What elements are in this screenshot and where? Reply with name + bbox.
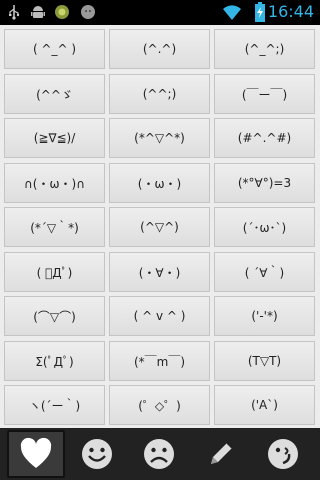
smiley-icon — [82, 439, 112, 469]
emoticon-cell[interactable]: (*´▽｀*) — [4, 207, 105, 247]
pencil-icon — [211, 442, 233, 464]
tab-edit[interactable] — [192, 430, 250, 478]
emoticon-cell[interactable]: (*￣m￣) — [109, 341, 210, 381]
status-time: 16:44 — [267, 2, 314, 21]
app-icon-2 — [81, 5, 95, 19]
heart-icon — [20, 437, 52, 468]
emoticon-cell[interactable]: (T▽T) — [214, 341, 315, 381]
emoticon-cell[interactable]: (*^▽^*) — [109, 118, 210, 158]
usb-icon — [9, 5, 20, 20]
emoticon-cell[interactable]: (^^;) — [109, 74, 210, 114]
emoticon-cell[interactable]: (￣ー￣) — [214, 74, 315, 114]
emoticon-cell[interactable]: ヽ(´ー｀) — [4, 385, 105, 425]
emoticon-cell[interactable]: (・ω・) — [109, 163, 210, 203]
emoticon-cell[interactable]: (*°∀°)=3 — [214, 163, 315, 203]
emoticon-cell[interactable]: (゜◇゜) — [109, 385, 210, 425]
battery-charging-icon — [255, 2, 265, 22]
emoticon-cell[interactable]: (・∀・) — [109, 252, 210, 292]
emoticon-cell[interactable]: ('-'*) — [214, 296, 315, 336]
emoticon-cell[interactable]: (^^ゞ — [4, 74, 105, 114]
emoticon-cell[interactable]: (´･ω･`) — [214, 207, 315, 247]
status-bar: 16:44 — [0, 0, 320, 25]
tab-sad[interactable] — [130, 430, 188, 478]
winking-face-icon — [268, 439, 298, 469]
sad-face-icon — [144, 439, 174, 469]
emoticon-cell[interactable]: (^.^) — [109, 29, 210, 69]
emoticon-cell[interactable]: ( ^ v ^ ) — [109, 296, 210, 336]
emoticon-grid: ( ^_^ ) (^.^) (^_^;) (^^ゞ (^^;) (￣ー￣) (≧∇≦)/(*… — [0, 25, 320, 428]
emoticon-cell[interactable]: ∩(・ω・)∩ — [4, 163, 105, 203]
emoticon-cell[interactable]: ( ^_^ ) — [4, 29, 105, 69]
emoticon-cell[interactable]: (^_^;) — [214, 29, 315, 69]
bottom-tab-bar — [0, 428, 320, 480]
wifi-icon — [223, 5, 241, 21]
emoticon-cell[interactable]: ('A`) — [214, 385, 315, 425]
tab-favorites[interactable] — [7, 430, 65, 478]
emoticon-cell[interactable]: Σ(ﾟДﾟ) — [4, 341, 105, 381]
emoticon-cell[interactable]: (#^.^#) — [214, 118, 315, 158]
emoticon-cell[interactable]: (⌒▽⌒) — [4, 296, 105, 336]
emoticon-cell[interactable]: (≧∇≦)/ — [4, 118, 105, 158]
tab-happy[interactable] — [68, 430, 126, 478]
emoticon-cell[interactable]: (^▽^) — [109, 207, 210, 247]
android-debug-icon — [31, 6, 45, 18]
tab-other[interactable] — [254, 430, 312, 478]
app-icon — [55, 5, 69, 19]
emoticon-cell[interactable]: ( ﾟДﾟ) — [4, 252, 105, 292]
emoticon-cell[interactable]: ( ´∀｀) — [214, 252, 315, 292]
